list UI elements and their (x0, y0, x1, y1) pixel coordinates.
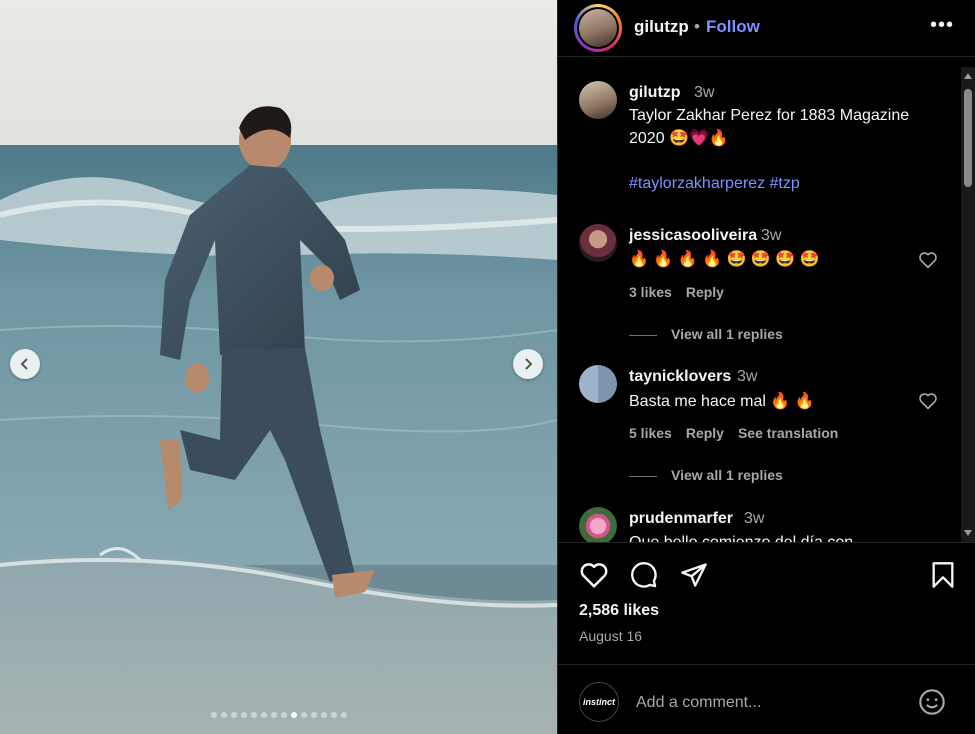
current-user-avatar: instinct (579, 682, 619, 722)
view-replies-button[interactable]: View all 1 replies (629, 467, 783, 483)
scroll-down-arrow-icon[interactable] (964, 530, 972, 536)
comment-avatar[interactable] (579, 365, 617, 403)
previous-slide-button[interactable] (10, 349, 40, 379)
like-comment-heart-icon[interactable] (918, 392, 938, 410)
comment-username[interactable]: taynicklovers (629, 368, 731, 386)
chevron-left-icon (20, 358, 28, 370)
carousel-dot (210, 712, 217, 718)
next-slide-button[interactable] (513, 349, 543, 379)
caption-text-line2: 2020 🤩💗🔥 (629, 130, 729, 147)
composer-divider (558, 664, 975, 665)
comment-text: Basta me hace mal 🔥 🔥 (629, 393, 815, 410)
comment-text: Que bello comienzo del día con (629, 531, 853, 542)
carousel-dot (220, 712, 227, 718)
chevron-right-icon (525, 358, 533, 370)
comment-avatar[interactable] (579, 224, 617, 262)
reply-button[interactable]: Reply (686, 425, 724, 441)
like-heart-icon[interactable] (579, 561, 609, 589)
view-replies-button[interactable]: View all 1 replies (629, 326, 783, 342)
scrollbar-thumb[interactable] (964, 89, 972, 187)
carousel-dot (340, 712, 347, 718)
comment-likes[interactable]: 3 likes (629, 284, 672, 300)
carousel-dot (240, 712, 247, 718)
caption-text-line1: Taylor Zakhar Perez for 1883 Magazine (629, 107, 910, 124)
caption-hashtags[interactable]: #taylorzakharperez #tzp (629, 175, 800, 193)
actions-divider (558, 542, 975, 543)
comment-time: 3w (744, 510, 765, 527)
follow-button[interactable]: Follow (706, 17, 760, 37)
post-header: gilutzp • Follow ••• (558, 0, 975, 57)
comment-bubble-icon[interactable] (630, 561, 658, 589)
comments-list[interactable]: gilutzp 3w Taylor Zakhar Perez for 1883 … (558, 67, 975, 542)
carousel-dot (330, 712, 337, 718)
scroll-up-arrow-icon[interactable] (964, 73, 972, 79)
header-separator: • (694, 17, 700, 36)
comment-time: 3w (737, 368, 758, 385)
comment-username[interactable]: prudenmarfer (629, 510, 733, 528)
caption-time: 3w (694, 84, 715, 101)
post-date: August 16 (579, 628, 643, 644)
author-avatar[interactable] (574, 4, 622, 52)
comment-time: 3w (761, 227, 782, 244)
carousel-dot (270, 712, 277, 718)
likes-count[interactable]: 2,586 likes (579, 602, 659, 620)
reply-button[interactable]: Reply (686, 284, 724, 300)
comment-meta: 3 likes Reply (629, 284, 738, 300)
comment-meta: 5 likes Reply See translation (629, 425, 852, 441)
caption-username[interactable]: gilutzp (629, 84, 681, 102)
see-translation-button[interactable]: See translation (738, 425, 838, 441)
carousel-dot (310, 712, 317, 718)
carousel-dot (260, 712, 267, 718)
add-comment-input[interactable] (634, 689, 898, 717)
view-replies-label: View all 1 replies (671, 326, 783, 342)
save-bookmark-icon[interactable] (931, 561, 955, 589)
carousel-dot (230, 712, 237, 718)
view-replies-label: View all 1 replies (671, 467, 783, 483)
carousel-dot (250, 712, 257, 718)
photo-scene (0, 0, 557, 734)
emoji-icon[interactable] (918, 688, 946, 716)
comment-username[interactable]: jessicasooliveira (629, 227, 757, 245)
comment-text: 🔥 🔥 🔥 🔥 🤩 🤩 🤩 🤩 (629, 251, 820, 268)
comment-avatar[interactable] (579, 507, 617, 542)
carousel-indicator (0, 712, 557, 718)
carousel-dot (280, 712, 287, 718)
share-paper-plane-icon[interactable] (680, 561, 708, 589)
comment-likes[interactable]: 5 likes (629, 425, 672, 441)
carousel-dot (320, 712, 327, 718)
caption-author-avatar[interactable] (579, 81, 617, 119)
comments-scrollbar[interactable] (961, 67, 975, 542)
author-username[interactable]: gilutzp (634, 17, 689, 37)
post-details-panel: gilutzp • Follow ••• gilutzp 3w Taylor Z… (558, 0, 975, 734)
post-photo[interactable] (0, 0, 557, 734)
like-comment-heart-icon[interactable] (918, 251, 938, 269)
carousel-dot (300, 712, 307, 718)
more-options-icon[interactable]: ••• (930, 14, 954, 37)
carousel-dot (290, 712, 297, 718)
